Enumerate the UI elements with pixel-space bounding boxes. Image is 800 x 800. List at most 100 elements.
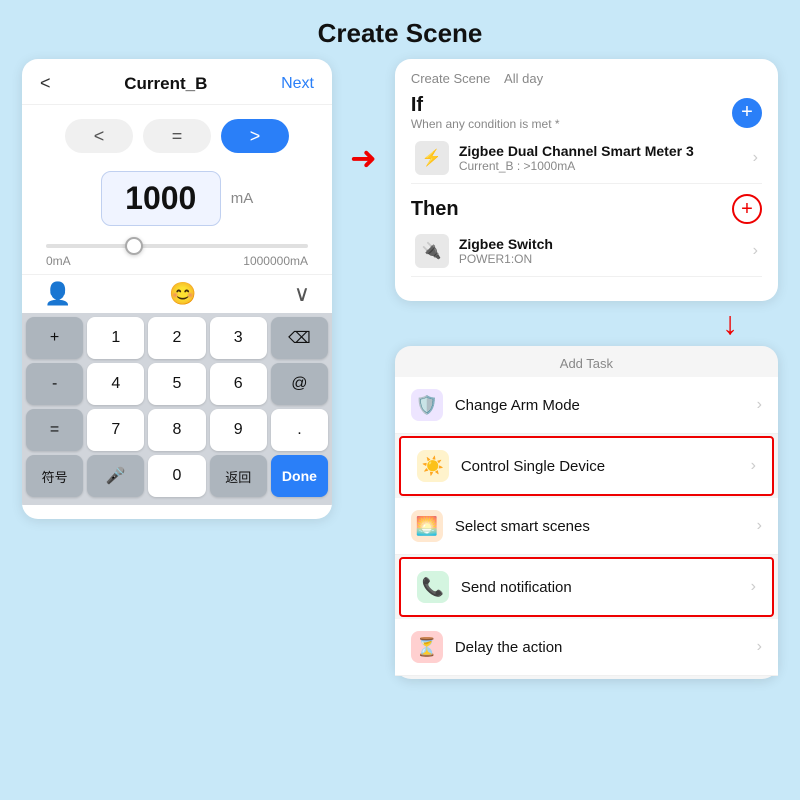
slider-area: 0mA 1000000mA	[22, 230, 332, 274]
unit-label: mA	[231, 190, 254, 207]
key-7[interactable]: 7	[87, 409, 144, 451]
keyboard: + 1 2 3 ⌫ - 4 5 6 @ = 7 8 9 . 符号	[22, 313, 332, 505]
then-device-row[interactable]: 🔌 Zigbee Switch POWER1:ON ›	[411, 226, 762, 277]
left-panel-header: < Current_B Next	[22, 59, 332, 105]
if-device-row[interactable]: ⚡ Zigbee Dual Channel Smart Meter 3 Curr…	[411, 133, 762, 184]
then-title: Then	[411, 198, 459, 221]
key-5[interactable]: 5	[148, 363, 205, 405]
create-scene-header: Create Scene All day	[411, 71, 762, 86]
select-scenes-label: Select smart scenes	[455, 518, 745, 535]
down-arrow-icon: ↓	[722, 305, 738, 342]
down-arrow-wrap: ↓	[395, 305, 778, 342]
key-9[interactable]: 9	[210, 409, 267, 451]
key-dot[interactable]: .	[271, 409, 328, 451]
key-done[interactable]: Done	[271, 455, 328, 497]
control-device-icon: ☀️	[417, 450, 449, 482]
key-1[interactable]: 1	[87, 317, 144, 359]
toolbar-row: 👤 😊 ∨	[22, 274, 332, 313]
toolbar-collapse-icon[interactable]: ∨	[294, 281, 310, 307]
key-4[interactable]: 4	[87, 363, 144, 405]
if-device-sub: Current_B : >1000mA	[459, 159, 743, 173]
keyboard-row-4: 符号 🎤 0 返回 Done	[26, 455, 328, 497]
keyboard-row-3: = 7 8 9 .	[26, 409, 328, 451]
cmp-less-than[interactable]: <	[65, 119, 133, 153]
arm-mode-icon: 🛡️	[411, 389, 443, 421]
delay-action-chevron: ›	[757, 638, 762, 656]
then-device-icon: 🔌	[415, 234, 449, 268]
slider-max: 1000000mA	[243, 254, 308, 268]
select-scenes-chevron: ›	[757, 517, 762, 535]
if-add-button[interactable]: +	[732, 98, 762, 128]
slider-thumb[interactable]	[125, 237, 143, 255]
task-item-control-device[interactable]: ☀️ Control Single Device ›	[399, 436, 774, 496]
task-item-select-scenes[interactable]: 🌅 Select smart scenes ›	[395, 498, 778, 555]
key-8[interactable]: 8	[148, 409, 205, 451]
then-add-button[interactable]: +	[732, 194, 762, 224]
task-item-arm-mode[interactable]: 🛡️ Change Arm Mode ›	[395, 377, 778, 434]
keyboard-row-1: + 1 2 3 ⌫	[26, 317, 328, 359]
if-section-title-wrap: If When any condition is met *	[411, 94, 560, 131]
delay-action-icon: ⏳	[411, 631, 443, 663]
add-task-title: Add Task	[395, 356, 778, 371]
send-notification-icon: 📞	[417, 571, 449, 603]
back-button[interactable]: <	[40, 73, 51, 94]
value-input[interactable]: 1000	[101, 171, 221, 226]
key-backspace[interactable]: ⌫	[271, 317, 328, 359]
keyboard-row-2: - 4 5 6 @	[26, 363, 328, 405]
then-device-chevron: ›	[753, 242, 758, 260]
if-device-icon: ⚡	[415, 141, 449, 175]
comparator-row: < = >	[22, 105, 332, 161]
send-notification-chevron: ›	[751, 578, 756, 596]
key-2[interactable]: 2	[148, 317, 205, 359]
key-equals[interactable]: =	[26, 409, 83, 451]
cmp-equal[interactable]: =	[143, 119, 211, 153]
key-mic[interactable]: 🎤	[87, 455, 144, 497]
right-arrow-container: ➜	[350, 59, 377, 177]
if-section-header: If When any condition is met * +	[411, 94, 762, 131]
control-device-label: Control Single Device	[461, 458, 739, 475]
add-task-panel: Add Task 🛡️ Change Arm Mode › ☀️ Control…	[395, 346, 778, 679]
left-panel-title: Current_B	[124, 74, 207, 94]
key-return[interactable]: 返回	[210, 455, 267, 497]
if-device-info: Zigbee Dual Channel Smart Meter 3 Curren…	[459, 143, 743, 173]
if-title: If	[411, 94, 560, 117]
then-section-header: Then +	[411, 194, 762, 224]
key-6[interactable]: 6	[210, 363, 267, 405]
toolbar-person-icon[interactable]: 👤	[44, 281, 71, 307]
if-subtitle: When any condition is met *	[411, 117, 560, 131]
toolbar-emoji-icon[interactable]: 😊	[169, 281, 196, 307]
key-plus[interactable]: +	[26, 317, 83, 359]
slider-track[interactable]	[46, 244, 308, 248]
then-device-sub: POWER1:ON	[459, 252, 743, 266]
slider-labels: 0mA 1000000mA	[46, 254, 308, 272]
arm-mode-chevron: ›	[757, 396, 762, 414]
if-device-chevron: ›	[753, 149, 758, 167]
arm-mode-label: Change Arm Mode	[455, 397, 745, 414]
next-button[interactable]: Next	[281, 75, 314, 93]
right-top-panel: Create Scene All day If When any conditi…	[395, 59, 778, 301]
control-device-chevron: ›	[751, 457, 756, 475]
left-input-panel: < Current_B Next < = > 1000 mA 0mA 10000…	[22, 59, 332, 519]
then-section: Then + 🔌 Zigbee Switch POWER1:ON ›	[411, 194, 762, 277]
select-scenes-icon: 🌅	[411, 510, 443, 542]
then-device-name: Zigbee Switch	[459, 236, 743, 252]
key-0[interactable]: 0	[148, 455, 205, 497]
page-title: Create Scene	[0, 0, 800, 59]
then-device-info: Zigbee Switch POWER1:ON	[459, 236, 743, 266]
right-arrow-icon: ➜	[350, 139, 377, 177]
create-scene-label: Create Scene	[411, 71, 491, 86]
key-minus[interactable]: -	[26, 363, 83, 405]
if-section: If When any condition is met * + ⚡ Zigbe…	[411, 94, 762, 184]
key-symbol[interactable]: 符号	[26, 455, 83, 497]
right-column: Create Scene All day If When any conditi…	[395, 59, 778, 679]
send-notification-label: Send notification	[461, 579, 739, 596]
task-item-send-notification[interactable]: 📞 Send notification ›	[399, 557, 774, 617]
key-at[interactable]: @	[271, 363, 328, 405]
value-display: 1000 mA	[22, 161, 332, 230]
all-day-label: All day	[504, 71, 543, 86]
key-3[interactable]: 3	[210, 317, 267, 359]
task-item-delay-action[interactable]: ⏳ Delay the action ›	[395, 619, 778, 676]
cmp-greater-than[interactable]: >	[221, 119, 289, 153]
slider-min: 0mA	[46, 254, 71, 268]
if-device-name: Zigbee Dual Channel Smart Meter 3	[459, 143, 743, 159]
